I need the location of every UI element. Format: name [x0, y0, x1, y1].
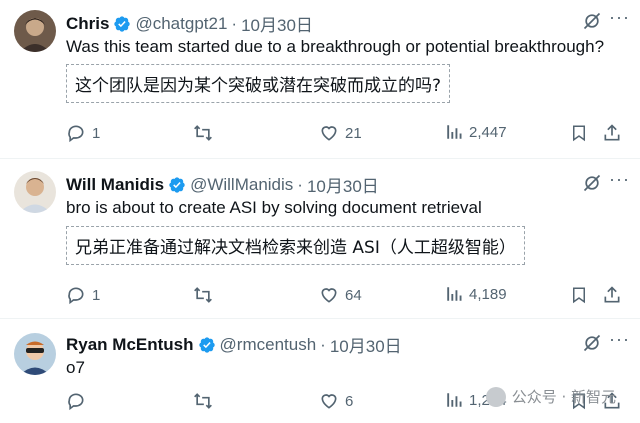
like-button[interactable]: 6: [319, 391, 353, 411]
tweet-text: o7: [66, 358, 85, 377]
retweet-button[interactable]: [192, 391, 220, 411]
share-button[interactable]: [602, 123, 622, 143]
share-icon: [602, 285, 622, 305]
views-count: 2,447: [469, 123, 507, 141]
bookmark-icon: [570, 285, 588, 305]
avatar[interactable]: [14, 10, 56, 52]
author-name[interactable]: Ryan McEntush: [66, 335, 194, 355]
verified-badge-icon: [198, 336, 216, 354]
tweet-header: Ryan McEntush @rmcentush · 10月30日: [66, 332, 402, 357]
grok-icon[interactable]: [582, 11, 602, 36]
reply-button[interactable]: [66, 391, 92, 411]
reply-count: 1: [92, 124, 101, 142]
watermark: 公众号 · 新智元: [485, 386, 616, 407]
bookmark-button[interactable]: [570, 285, 588, 305]
watermark-text: 公众号 · 新智元: [511, 388, 616, 406]
reply-count: 1: [92, 286, 101, 304]
verified-badge-icon: [113, 15, 131, 33]
views-button[interactable]: 4,189: [445, 285, 507, 303]
like-count: 21: [345, 124, 362, 142]
avatar[interactable]: [14, 171, 56, 213]
retweet-button[interactable]: [192, 285, 220, 305]
reply-icon: [66, 391, 86, 411]
tweet-will-manidis[interactable]: Will Manidis @WillManidis · 10月30日 ··· b…: [0, 159, 640, 319]
views-icon: [445, 285, 463, 303]
share-icon: [602, 123, 622, 143]
tweet-ryan-mcentush[interactable]: Ryan McEntush @rmcentush · 10月30日 ··· o7…: [0, 319, 640, 423]
tweet-chris[interactable]: Chris @chatgpt21 · 10月30日 ··· Was this t…: [0, 0, 640, 160]
reply-icon: [66, 123, 86, 143]
avatar[interactable]: [14, 333, 56, 375]
tweet-translation: 兄弟正准备通过解决文档检索来创造 ASI（人工超级智能）: [66, 226, 525, 265]
like-count: 6: [345, 392, 354, 410]
heart-icon: [319, 391, 339, 411]
verified-badge-icon: [168, 176, 186, 194]
wechat-logo-icon: [485, 386, 506, 407]
grok-icon[interactable]: [582, 173, 602, 198]
like-count: 64: [345, 286, 362, 304]
reply-button[interactable]: 1: [66, 123, 100, 143]
tweet-text: Was this team started due to a breakthro…: [66, 37, 605, 56]
tweet-translation: 这个团队是因为某个突破或潜在突破而成立的吗?: [66, 64, 451, 103]
views-icon: [445, 123, 463, 141]
views-button[interactable]: 2,447: [445, 123, 507, 141]
retweet-icon: [192, 285, 214, 305]
more-icon[interactable]: ···: [609, 329, 630, 350]
views-count: 4,189: [469, 285, 507, 303]
tweet-date[interactable]: 10月30日: [330, 332, 402, 357]
reply-button[interactable]: 1: [66, 285, 100, 305]
heart-icon: [319, 123, 339, 143]
bookmark-button[interactable]: [570, 123, 588, 143]
separator-dot: ·: [297, 174, 303, 194]
tweet-text: bro is about to create ASI by solving do…: [66, 198, 482, 217]
author-name[interactable]: Chris: [66, 14, 109, 34]
separator-dot: ·: [231, 13, 238, 33]
action-bar: 1 21 2,447: [66, 123, 622, 145]
retweet-icon: [192, 123, 214, 143]
views-icon: [445, 391, 463, 409]
tweet-date[interactable]: 10月30日: [307, 172, 379, 197]
separator-dot: ·: [320, 334, 326, 354]
tweet-date[interactable]: 10月30日: [241, 11, 313, 36]
share-button[interactable]: [602, 285, 622, 305]
bookmark-icon: [570, 123, 588, 143]
like-button[interactable]: 21: [319, 123, 362, 143]
tweet-header: Will Manidis @WillManidis · 10月30日: [66, 172, 379, 197]
tweet-header: Chris @chatgpt21 · 10月30日: [66, 11, 313, 36]
reply-icon: [66, 285, 86, 305]
heart-icon: [319, 285, 339, 305]
action-bar: 1 64 4,189: [66, 285, 622, 307]
retweet-icon: [192, 391, 214, 411]
more-icon[interactable]: ···: [609, 169, 630, 190]
author-handle[interactable]: @rmcentush: [220, 335, 317, 355]
author-handle[interactable]: @chatgpt21: [135, 14, 227, 34]
like-button[interactable]: 64: [319, 285, 362, 305]
retweet-button[interactable]: [192, 123, 220, 143]
grok-icon[interactable]: [582, 333, 602, 358]
author-name[interactable]: Will Manidis: [66, 175, 164, 195]
more-icon[interactable]: ···: [609, 7, 630, 28]
author-handle[interactable]: @WillManidis: [190, 175, 293, 195]
